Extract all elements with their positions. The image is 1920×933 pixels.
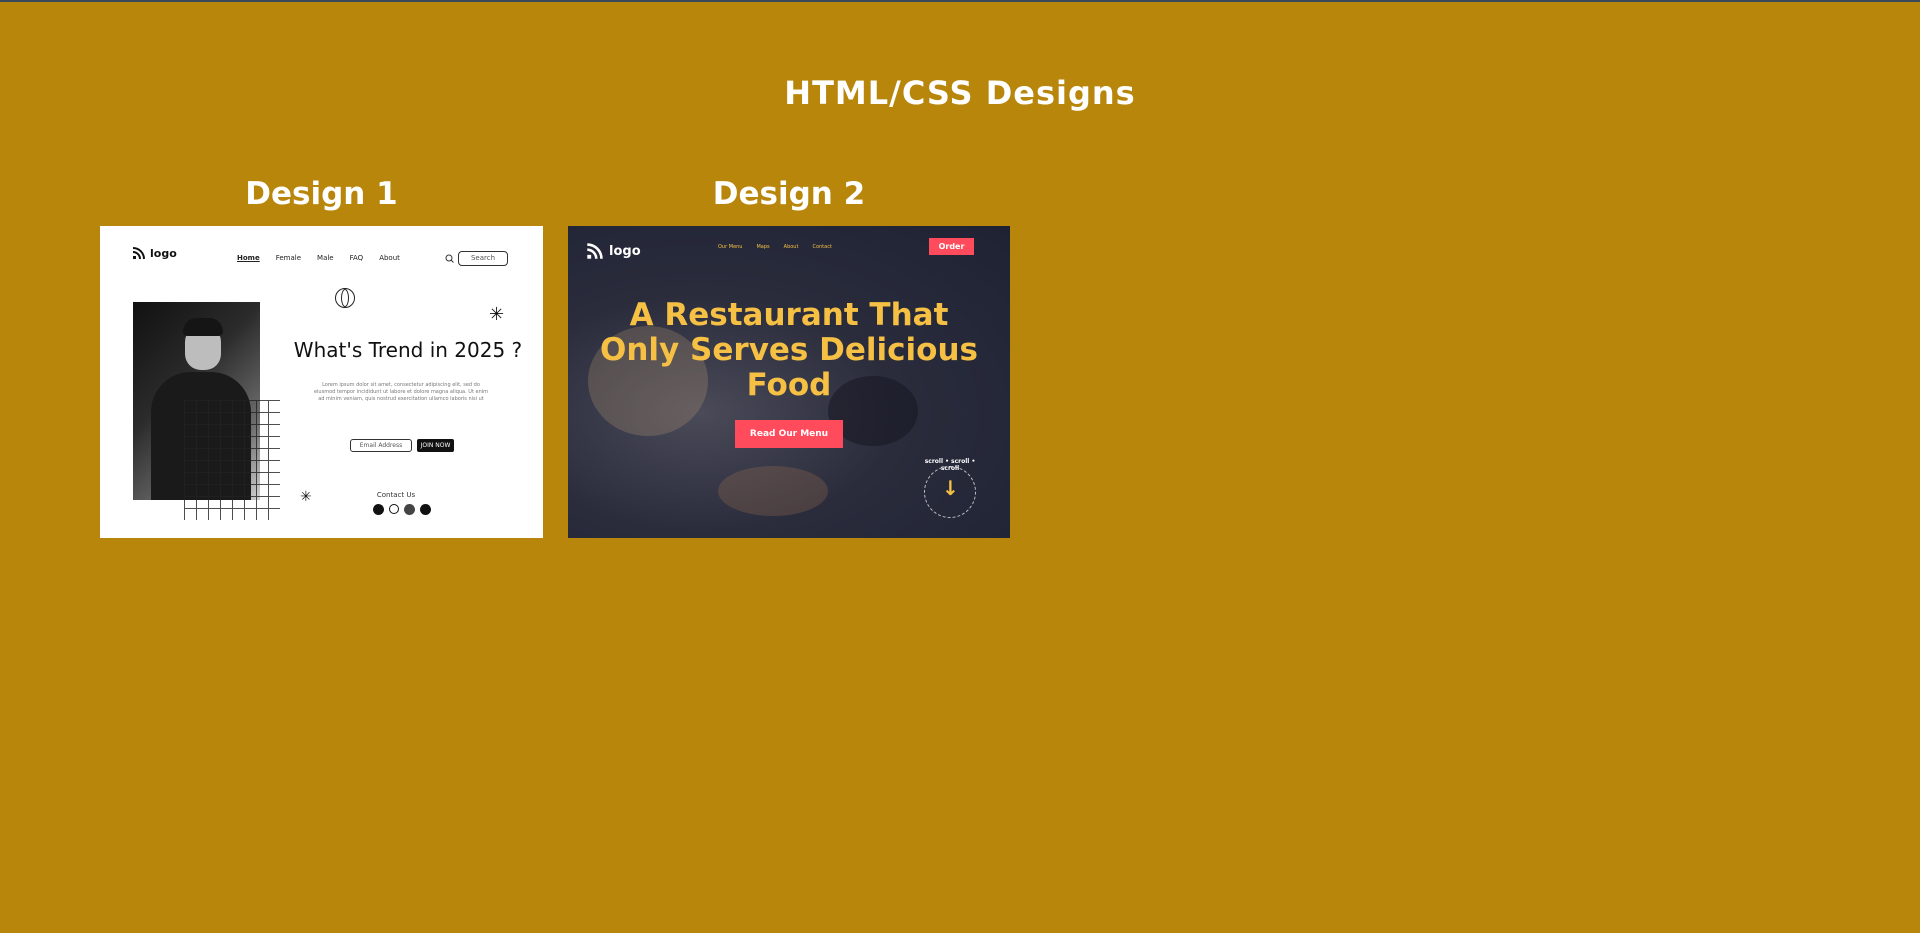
facebook-icon[interactable]	[373, 504, 384, 515]
d1-nav: Home Female Male FAQ About	[237, 254, 400, 262]
arrow-down-icon: ↓	[942, 476, 959, 500]
design-2-column: Design 2	[568, 176, 1010, 212]
d1-join-button[interactable]: JOIN NOW	[417, 439, 454, 452]
d1-headline: What's Trend in 2025 ?	[293, 338, 523, 362]
scroll-label: scroll • scroll • scroll	[924, 458, 976, 472]
globe-icon	[335, 288, 355, 308]
logo-icon	[587, 243, 603, 259]
d1-nav-male[interactable]: Male	[317, 254, 334, 262]
design-1-preview[interactable]: logo Home Female Male FAQ About Search ✳…	[100, 226, 543, 538]
d1-logo: logo	[132, 246, 177, 260]
d1-nav-faq[interactable]: FAQ	[350, 254, 364, 262]
d1-signup: Email Address JOIN NOW	[350, 439, 454, 452]
design-1-column: Design 1	[100, 176, 543, 212]
d2-logo-text: logo	[609, 243, 641, 259]
read-menu-button[interactable]: Read Our Menu	[735, 420, 843, 448]
d1-logo-text: logo	[150, 246, 177, 260]
model-hair	[183, 318, 223, 336]
page-title: HTML/CSS Designs	[784, 74, 1136, 112]
sparkle-icon: ✳	[300, 489, 312, 505]
instagram-icon[interactable]	[404, 504, 415, 515]
decorative-grid	[184, 400, 280, 520]
d1-contact-label: Contact Us	[376, 491, 416, 499]
d2-nav-contact[interactable]: Contact	[812, 244, 831, 250]
top-border	[0, 0, 1920, 2]
d1-search-input[interactable]: Search	[458, 251, 508, 266]
design-1-heading: Design 1	[245, 176, 398, 212]
messenger-icon[interactable]	[389, 504, 399, 514]
d2-logo: logo	[586, 242, 641, 260]
logo-icon	[132, 247, 145, 260]
d1-nav-home[interactable]: Home	[237, 254, 260, 262]
d1-paragraph: Lorem ipsum dolor sit amet, consectetur …	[313, 382, 489, 402]
d1-nav-female[interactable]: Female	[276, 254, 301, 262]
d1-email-field[interactable]: Email Address	[350, 439, 412, 452]
d2-order-button[interactable]: Order	[929, 238, 974, 255]
d1-nav-about[interactable]: About	[379, 254, 400, 262]
d1-socials	[373, 504, 431, 515]
threads-icon[interactable]	[420, 504, 431, 515]
search-icon	[445, 254, 454, 263]
d2-nav-about[interactable]: About	[784, 244, 799, 250]
food-plate	[718, 466, 828, 516]
d2-headline: A Restaurant That Only Serves Delicious …	[600, 297, 978, 403]
design-2-preview[interactable]: logo Our Menu Maps About Contact Order A…	[568, 226, 1010, 538]
design-2-heading: Design 2	[712, 176, 866, 212]
d2-nav-menu[interactable]: Our Menu	[718, 244, 742, 250]
sparkle-icon: ✳	[489, 304, 505, 325]
d2-nav: Our Menu Maps About Contact	[718, 244, 832, 250]
d2-nav-maps[interactable]: Maps	[756, 244, 769, 250]
d1-search: Search	[445, 251, 508, 266]
